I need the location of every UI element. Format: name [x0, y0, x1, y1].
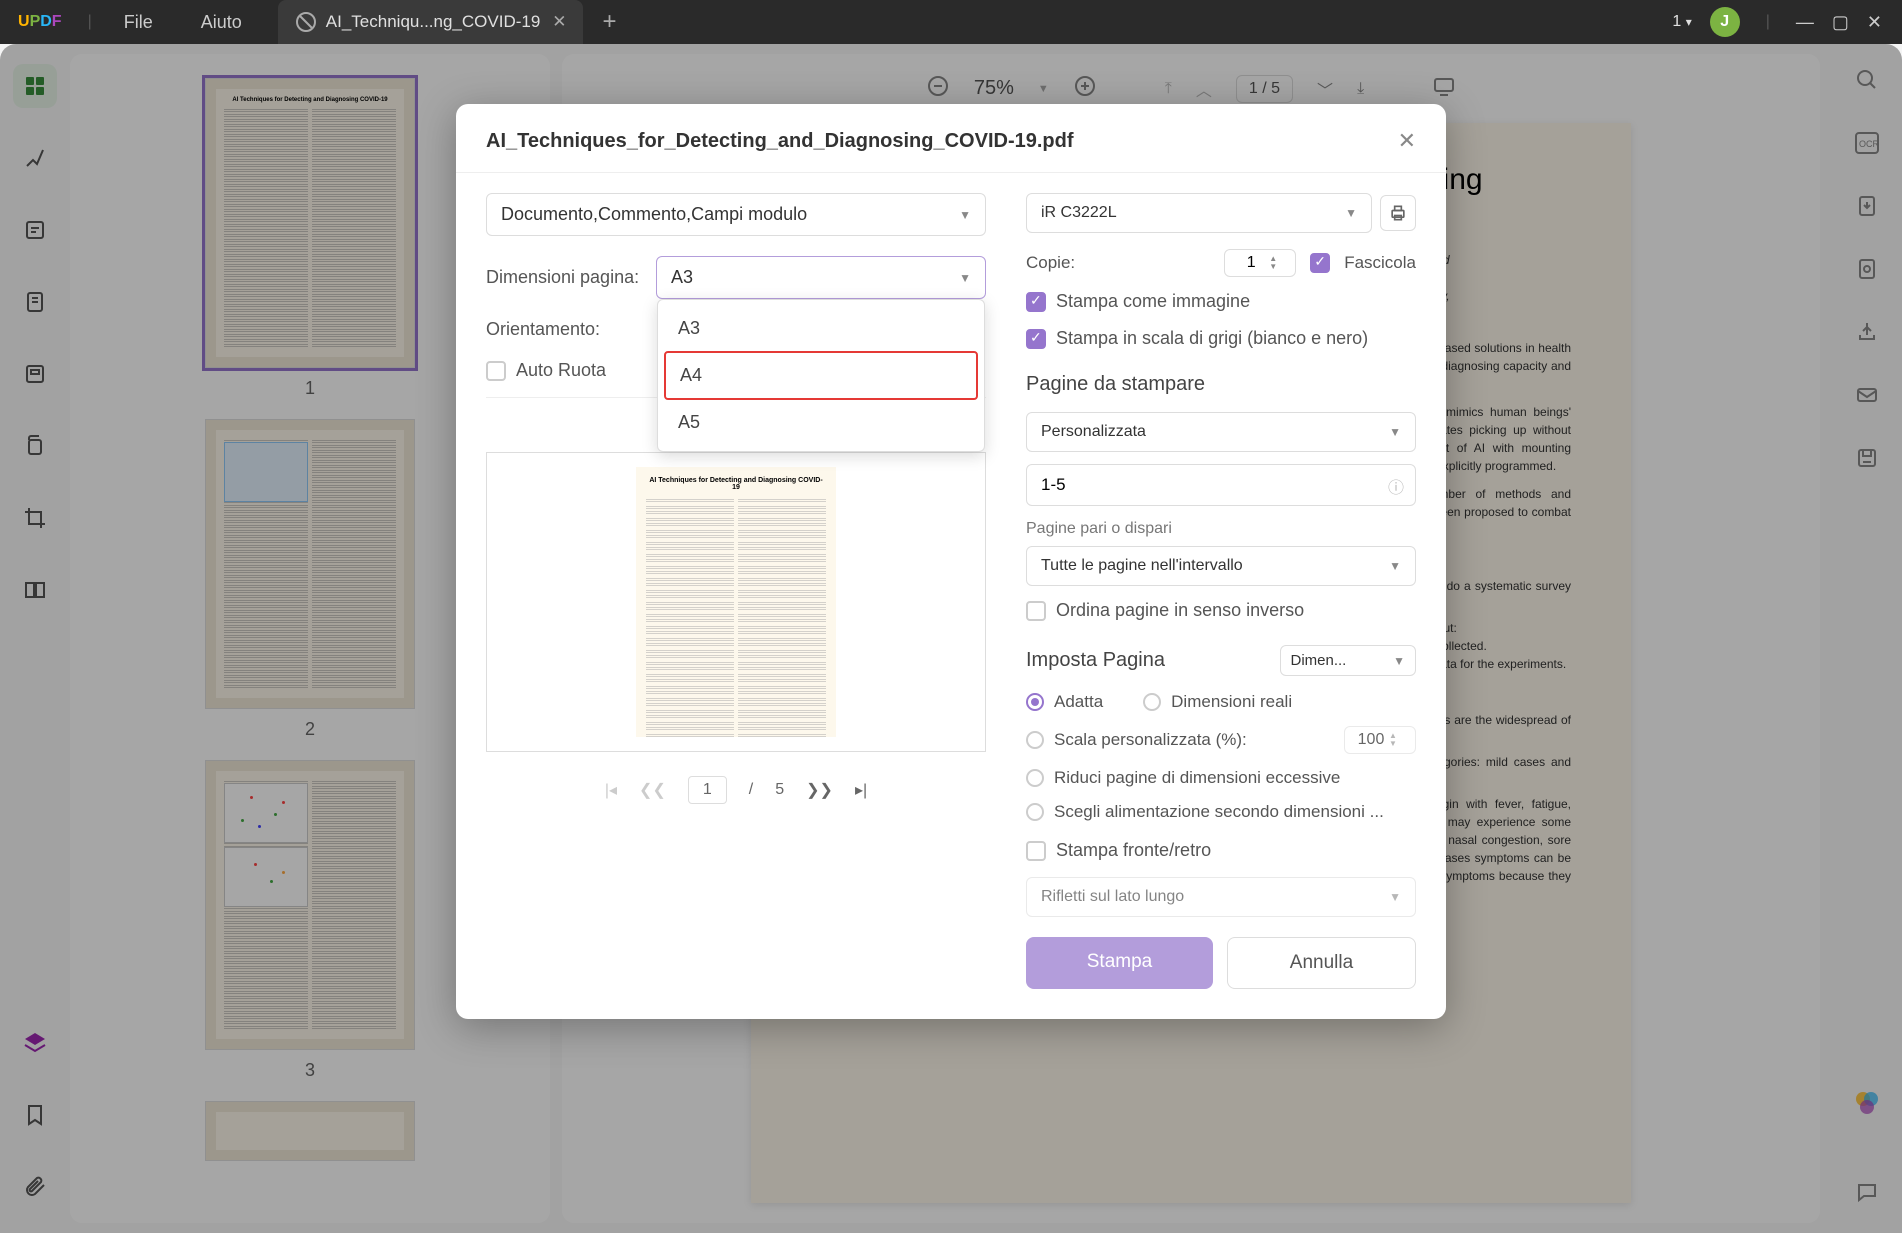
fit-label: Adatta	[1054, 692, 1103, 712]
preview-total: 5	[775, 781, 784, 799]
dropdown-item-a3[interactable]: A3	[664, 306, 978, 351]
window-count[interactable]: 1 ▾	[1672, 13, 1691, 31]
minimize-icon[interactable]: —	[1796, 12, 1814, 33]
reverse-order-checkbox[interactable]	[1026, 601, 1046, 621]
fit-radio[interactable]	[1026, 693, 1044, 711]
page-setup-select[interactable]: Dimen...▼	[1280, 645, 1417, 676]
custom-scale-input[interactable]: ▲▼	[1344, 726, 1416, 754]
collate-label: Fascicola	[1344, 253, 1416, 273]
preview-prev-icon[interactable]: ❮❮	[639, 780, 666, 800]
dropdown-item-a5[interactable]: A5	[664, 400, 978, 445]
duplex-label: Stampa fronte/retro	[1056, 840, 1211, 861]
tab-add-icon[interactable]: +	[603, 8, 617, 36]
menu-help[interactable]: Aiuto	[177, 12, 266, 33]
preview-next-icon[interactable]: ❯❯	[806, 780, 833, 800]
preview-last-icon[interactable]: ▸|	[855, 780, 867, 800]
choose-source-label: Scegli alimentazione secondo dimensioni …	[1054, 802, 1384, 822]
shrink-label: Riduci pagine di dimensioni eccessive	[1054, 768, 1340, 788]
pages-range-input[interactable]	[1026, 464, 1416, 506]
preview-nav: |◂ ❮❮ 1 / 5 ❯❯ ▸|	[486, 776, 986, 804]
printer-settings-icon[interactable]	[1380, 195, 1416, 231]
printer-select[interactable]: iR C3222L▼	[1026, 193, 1372, 233]
print-as-image-checkbox[interactable]	[1026, 292, 1046, 312]
duplex-checkbox[interactable]	[1026, 841, 1046, 861]
grayscale-label: Stampa in scala di grigi (bianco e nero)	[1056, 328, 1368, 349]
app-logo: UPDF	[0, 13, 80, 31]
print-as-image-label: Stampa come immagine	[1056, 291, 1250, 312]
tab-title: AI_Techniqu...ng_COVID-19	[326, 12, 541, 32]
print-dialog: AI_Techniques_for_Detecting_and_Diagnosi…	[456, 104, 1446, 1019]
titlebar: UPDF | File Aiuto AI_Techniqu...ng_COVID…	[0, 0, 1902, 44]
pages-section-heading: Pagine da stampare	[1026, 373, 1416, 396]
modal-close-icon[interactable]: ✕	[1398, 128, 1416, 154]
custom-scale-radio[interactable]	[1026, 731, 1044, 749]
page-size-dropdown: A3 A4 A5	[657, 299, 985, 452]
close-icon[interactable]: ✕	[1867, 12, 1882, 33]
reverse-order-label: Ordina pagine in senso inverso	[1056, 600, 1304, 621]
cancel-button[interactable]: Annulla	[1227, 937, 1416, 989]
print-button[interactable]: Stampa	[1026, 937, 1213, 989]
flip-select[interactable]: Rifletti sul lato lungo▼	[1026, 877, 1416, 917]
page-size-label: Dimensioni pagina:	[486, 267, 656, 288]
auto-rotate-checkbox[interactable]	[486, 361, 506, 381]
doc-icon	[294, 10, 318, 34]
shrink-radio[interactable]	[1026, 769, 1044, 787]
modal-title: AI_Techniques_for_Detecting_and_Diagnosi…	[486, 130, 1074, 153]
odd-even-select[interactable]: Tutte le pagine nell'intervallo▼	[1026, 546, 1416, 586]
copies-input[interactable]: ▲▼	[1224, 249, 1296, 277]
auto-rotate-label: Auto Ruota	[516, 360, 606, 381]
dropdown-item-a4[interactable]: A4	[664, 351, 978, 400]
choose-source-radio[interactable]	[1026, 803, 1044, 821]
print-preview: AI Techniques for Detecting and Diagnosi…	[486, 452, 986, 752]
actual-size-radio[interactable]	[1143, 693, 1161, 711]
menu-file[interactable]: File	[100, 12, 177, 33]
maximize-icon[interactable]: ▢	[1832, 12, 1849, 33]
actual-size-label: Dimensioni reali	[1171, 692, 1292, 712]
document-tab[interactable]: AI_Techniqu...ng_COVID-19 ✕	[278, 0, 583, 44]
odd-even-label: Pagine pari o dispari	[1026, 520, 1416, 538]
collate-checkbox[interactable]	[1310, 253, 1330, 273]
modal-overlay: AI_Techniques_for_Detecting_and_Diagnosi…	[0, 44, 1902, 1233]
content-type-select[interactable]: Documento,Commento,Campi modulo▼	[486, 193, 986, 236]
user-avatar[interactable]: J	[1710, 7, 1740, 37]
copies-label: Copie:	[1026, 253, 1075, 273]
page-setup-heading: Imposta Pagina Dimen...▼	[1026, 645, 1416, 676]
grayscale-checkbox[interactable]	[1026, 329, 1046, 349]
page-size-select[interactable]: A3▼ A3 A4 A5	[656, 256, 986, 299]
orientation-label: Orientamento:	[486, 319, 656, 340]
preview-first-icon[interactable]: |◂	[605, 780, 617, 800]
pages-mode-select[interactable]: Personalizzata▼	[1026, 412, 1416, 452]
preview-page-input[interactable]: 1	[688, 776, 727, 804]
tab-close-icon[interactable]: ✕	[552, 12, 566, 32]
help-icon[interactable]: ⓘ	[1388, 474, 1404, 498]
custom-scale-label: Scala personalizzata (%):	[1054, 730, 1247, 750]
